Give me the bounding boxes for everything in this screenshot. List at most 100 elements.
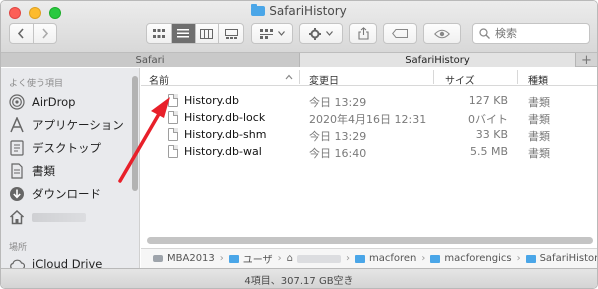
status-text: 4項目、307.17 GB空き [244, 275, 354, 287]
documents-icon [9, 163, 25, 179]
forward-button[interactable] [34, 24, 57, 43]
path-label: ユーザ [242, 255, 273, 266]
window-title: SafariHistory [1, 4, 597, 18]
sidebar-item-label: iCloud Drive [32, 257, 103, 268]
downloads-icon [9, 186, 25, 202]
sidebar-scrollbar[interactable] [132, 76, 138, 191]
redacted-username [296, 254, 341, 263]
quick-look-button[interactable] [423, 23, 461, 44]
file-date: 今日 13:29 [309, 130, 367, 143]
file-kind: 書類 [528, 113, 550, 126]
tab-safari[interactable]: Safari [1, 53, 300, 67]
column-name-header[interactable]: 名前 [149, 72, 169, 87]
folder-icon [354, 254, 365, 263]
applications-icon [9, 117, 25, 133]
column-divider [517, 70, 518, 84]
nav-buttons [9, 23, 57, 44]
column-divider [299, 70, 300, 84]
path-label: macforen [368, 253, 417, 264]
path-bar: MBA2013 › ユーザ › ⌂ › macforen › macforeng… [141, 248, 597, 268]
list-view-button[interactable] [171, 24, 196, 43]
document-icon [168, 128, 178, 141]
sidebar-item-downloads[interactable]: ダウンロード [9, 184, 133, 204]
icloud-icon [9, 256, 25, 268]
action-button[interactable] [299, 23, 343, 44]
airdrop-icon [9, 94, 25, 110]
column-date-header[interactable]: 変更日 [309, 72, 339, 87]
file-row-history-db-wal[interactable]: History.db-wal 今日 16:40 5.5 MB 書類 [141, 143, 597, 161]
path-item-users[interactable]: ユーザ [228, 251, 273, 266]
file-row-history-db-shm[interactable]: History.db-shm 今日 13:29 33 KB 書類 [141, 126, 597, 144]
file-size: 5.5 MB [469, 145, 508, 158]
sidebar-item-home[interactable] [9, 207, 133, 227]
gear-icon [309, 27, 321, 40]
new-tab-button[interactable]: + [575, 53, 597, 68]
group-button[interactable] [251, 23, 293, 44]
sidebar-heading-places: 場所 [9, 243, 28, 253]
status-bar: 4項目、307.17 GB空き [1, 268, 597, 288]
sidebar-item-label: アプリケーション [32, 118, 124, 132]
gallery-icon [224, 28, 238, 39]
horizontal-scrollbar[interactable] [147, 237, 593, 244]
file-row-history-db-lock[interactable]: History.db-lock 2020年4月16日 12:31 0バイト 書類 [141, 109, 597, 127]
file-name: History.db-lock [184, 111, 266, 124]
column-view-button[interactable] [196, 24, 220, 43]
sidebar-item-icloud-drive[interactable]: iCloud Drive [9, 254, 133, 268]
tags-button[interactable] [383, 23, 417, 44]
window-title-text: SafariHistory [269, 4, 347, 18]
sidebar-item-desktop[interactable]: デスクトップ [9, 138, 133, 158]
disk-icon [153, 255, 163, 262]
gallery-view-button[interactable] [219, 24, 243, 43]
path-item-home[interactable]: ⌂ [287, 253, 341, 264]
path-item-macforen[interactable]: macforen [354, 253, 417, 264]
file-kind: 書類 [528, 147, 550, 160]
view-mode-control [146, 23, 244, 44]
path-label: MBA2013 [167, 253, 215, 264]
home-icon: ⌂ [286, 253, 293, 264]
share-button[interactable] [349, 23, 377, 44]
path-item-macforengics[interactable]: macforengics [430, 253, 512, 264]
share-icon [357, 27, 369, 40]
column-kind-header[interactable]: 種類 [528, 72, 548, 87]
finder-window: SafariHistory 検索 Safari SafariHistory + … [0, 0, 598, 289]
path-label: macforengics [444, 253, 512, 264]
sidebar-heading-favorites: よく使う項目 [9, 79, 64, 89]
sidebar-item-documents[interactable]: 書類 [9, 161, 133, 181]
file-size: 0バイト [468, 113, 508, 126]
file-date: 今日 16:40 [309, 147, 367, 160]
sidebar-item-applications[interactable]: アプリケーション [9, 115, 133, 135]
eye-icon [434, 29, 450, 38]
document-icon [168, 111, 178, 124]
document-icon [168, 145, 178, 158]
tag-icon [392, 29, 408, 38]
file-kind: 書類 [528, 96, 550, 109]
search-field[interactable] [472, 23, 590, 44]
sidebar-item-airdrop[interactable]: AirDrop [9, 92, 133, 112]
search-input[interactable] [495, 27, 575, 40]
folder-icon [430, 254, 441, 263]
column-header: 名前 変更日 サイズ 種類 [141, 68, 597, 87]
file-date: 今日 13:29 [309, 96, 367, 109]
path-separator-icon: › [345, 253, 350, 264]
home-icon [9, 209, 25, 225]
path-label: SafariHistory [539, 253, 597, 264]
file-row-history-db[interactable]: History.db 今日 13:29 127 KB 書類 [141, 92, 597, 110]
sidebar-item-label: 書類 [32, 164, 55, 178]
path-item-safarihistory[interactable]: SafariHistory [525, 253, 597, 264]
list-icon [177, 29, 190, 38]
folder-icon [228, 254, 239, 263]
redacted-username [32, 212, 86, 222]
column-size-header[interactable]: サイズ [445, 72, 475, 87]
column-divider [433, 70, 434, 84]
grid-icon [152, 28, 165, 38]
icon-view-button[interactable] [147, 24, 172, 43]
back-button[interactable] [10, 24, 34, 43]
file-name: History.db [184, 94, 240, 107]
chevron-down-icon [277, 31, 285, 36]
sidebar-item-label: デスクトップ [32, 141, 101, 155]
tab-safarihistory[interactable]: SafariHistory [300, 53, 575, 67]
chevron-left-icon [18, 28, 24, 39]
path-item-disk[interactable]: MBA2013 [153, 253, 215, 264]
sidebar: よく使う項目 AirDrop アプリケーション デスクトップ 書類 ダウンロード… [1, 68, 140, 268]
path-separator-icon: › [516, 253, 521, 264]
